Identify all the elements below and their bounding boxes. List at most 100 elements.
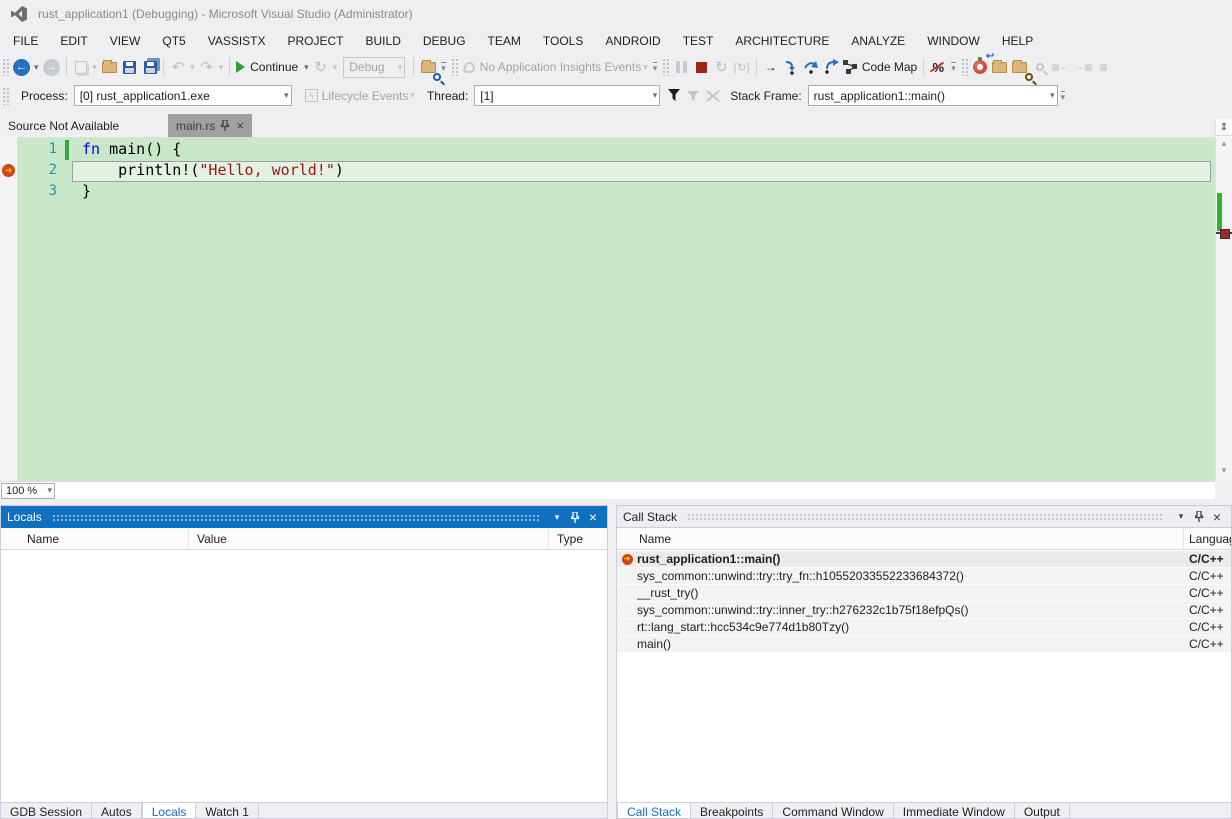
insights-dropdown-icon[interactable]: ▾	[641, 62, 650, 73]
locals-column-name[interactable]: Name	[1, 528, 189, 549]
editor-vertical-scrollbar[interactable]: ⇕ ▲ ▼	[1215, 119, 1232, 480]
menu-item-window[interactable]: WINDOW	[916, 29, 991, 53]
navigate-forward-button[interactable]: →	[41, 56, 62, 78]
window-position-button[interactable]: ▾	[1173, 509, 1189, 525]
auto-hide-button[interactable]	[1191, 509, 1207, 525]
scroll-down-icon[interactable]: ▼	[1216, 463, 1232, 478]
toolbar-overflow-icon[interactable]: ▾	[441, 62, 446, 72]
thread-combo[interactable]: [1] ▾	[474, 85, 660, 106]
undo-button[interactable]: ↶	[168, 56, 188, 78]
toolbar-drag-grip[interactable]	[451, 58, 458, 76]
menu-item-analyze[interactable]: ANALYZE	[840, 29, 916, 53]
split-window-handle[interactable]: ⇕	[1216, 119, 1232, 136]
debugwin-tab-immediate-window[interactable]: Immediate Window	[894, 803, 1015, 818]
process-combo[interactable]: [0] rust_application1.exe ▾	[74, 85, 292, 106]
open-file-button[interactable]	[99, 56, 119, 78]
step-back-disabled-button[interactable]: ←	[1050, 56, 1072, 78]
menu-item-test[interactable]: TEST	[672, 29, 725, 53]
continue-dropdown-icon[interactable]: ▾	[302, 62, 311, 73]
solution-configuration-combo[interactable]: Debug ▾	[343, 57, 405, 78]
find-in-solution-button[interactable]	[1010, 56, 1030, 78]
flag-threads-disabled-icon[interactable]	[706, 90, 720, 102]
stack-frame-row[interactable]: sys_common::unwind::try::try_fn::h105520…	[617, 568, 1231, 585]
debugwin-tab-output[interactable]: Output	[1015, 803, 1070, 818]
menu-item-view[interactable]: VIEW	[99, 29, 152, 53]
step-out-button[interactable]	[821, 56, 841, 78]
locals-body[interactable]	[1, 550, 607, 802]
menu-item-project[interactable]: PROJECT	[277, 29, 355, 53]
scrollbar-track[interactable]	[1216, 151, 1232, 451]
show-next-statement-button[interactable]: →	[761, 56, 781, 78]
stack-frame-combo[interactable]: rust_application1::main() ▾	[808, 85, 1058, 106]
code-editor[interactable]: 123 fn main() { println!("Hello, world!"…	[0, 137, 1215, 481]
window-position-button[interactable]: ▾	[549, 509, 565, 525]
stack-frame-row[interactable]: __rust_try()C/C++	[617, 585, 1231, 602]
watch-tab-gdb-session[interactable]: GDB Session	[1, 803, 92, 818]
title-drag-texture[interactable]	[687, 513, 1163, 522]
callstack-column-language[interactable]: Language	[1184, 528, 1231, 549]
step-over-button[interactable]	[801, 56, 821, 78]
step-into-button[interactable]	[781, 56, 801, 78]
close-panel-button[interactable]: ×	[1209, 509, 1225, 525]
toolbar-overflow-icon[interactable]: ▾	[951, 62, 956, 72]
clipped-toolbar-button[interactable]	[1094, 56, 1114, 78]
menu-item-team[interactable]: TEAM	[477, 29, 532, 53]
save-all-button[interactable]	[139, 56, 159, 78]
stack-frame-row[interactable]: rust_application1::main()C/C++	[617, 551, 1231, 568]
stack-frame-row[interactable]: main()C/C++	[617, 636, 1231, 653]
restart-button[interactable]: ↻	[311, 56, 331, 78]
menu-item-qt5[interactable]: QT5	[151, 29, 196, 53]
auto-hide-button[interactable]	[567, 509, 583, 525]
stack-frame-row[interactable]: rt::lang_start::hcc534c9e774d1b80Tzy()C/…	[617, 619, 1231, 636]
toolbar-drag-grip[interactable]	[662, 58, 669, 76]
code-map-button[interactable]: Code Map	[841, 56, 919, 78]
scroll-up-icon[interactable]: ▲	[1216, 136, 1232, 151]
menu-item-tools[interactable]: TOOLS	[532, 29, 594, 53]
watch-tab-autos[interactable]: Autos	[92, 803, 142, 818]
tab-main-rs[interactable]: main.rs ×	[168, 114, 252, 137]
filter-threads-icon[interactable]	[668, 89, 681, 102]
stop-debugging-button[interactable]	[691, 56, 711, 78]
menu-item-architecture[interactable]: ARCHITECTURE	[724, 29, 840, 53]
undo-dropdown-icon[interactable]: ▾	[188, 62, 197, 73]
debugwin-tab-call-stack[interactable]: Call Stack	[617, 803, 691, 818]
callstack-column-name[interactable]: Name	[617, 528, 1184, 549]
watch-tab-locals[interactable]: Locals	[142, 803, 197, 818]
toolbar-drag-grip[interactable]	[2, 87, 9, 105]
tab-source-not-available[interactable]: Source Not Available	[0, 114, 127, 137]
redo-dropdown-icon[interactable]: ▾	[217, 62, 226, 73]
breakpoint-current-statement-icon[interactable]	[2, 164, 15, 177]
filter-disabled-icon[interactable]	[687, 89, 700, 102]
menu-item-help[interactable]: HELP	[991, 29, 1044, 53]
locals-column-type[interactable]: Type	[549, 528, 607, 549]
lifecycle-dropdown-icon[interactable]: ▾	[408, 90, 417, 101]
close-tab-icon[interactable]: ×	[236, 119, 244, 132]
continue-button[interactable]: Continue	[234, 56, 302, 78]
step-forward-disabled-button[interactable]: →	[1072, 56, 1094, 78]
watch-tab-watch-1[interactable]: Watch 1	[196, 803, 259, 818]
title-drag-texture[interactable]	[52, 514, 539, 523]
restart-dropdown-icon[interactable]: ▾	[331, 62, 340, 73]
locals-column-value[interactable]: Value	[189, 528, 549, 549]
new-item-dropdown-icon[interactable]: ▾	[91, 62, 100, 73]
open-containing-folder-button[interactable]: ↩	[990, 56, 1010, 78]
stack-frame-row[interactable]: sys_common::unwind::try::inner_try::h276…	[617, 602, 1231, 619]
menu-item-debug[interactable]: DEBUG	[412, 29, 477, 53]
close-panel-button[interactable]: ×	[585, 509, 601, 525]
redo-button[interactable]: ↷	[197, 56, 217, 78]
save-button[interactable]	[119, 56, 139, 78]
navigate-back-button[interactable]: ←	[11, 56, 32, 78]
pause-button[interactable]	[671, 56, 691, 78]
pin-icon[interactable]	[221, 120, 230, 131]
find-in-files-button[interactable]	[418, 56, 438, 78]
breakpoint-gutter[interactable]	[0, 137, 17, 481]
restart-debugging-button[interactable]: ↻	[711, 56, 731, 78]
menu-item-vassistx[interactable]: VASSISTX	[197, 29, 277, 53]
menu-item-android[interactable]: ANDROID	[594, 29, 671, 53]
apply-code-changes-button[interactable]: {↻}	[731, 56, 752, 78]
lifecycle-events-button[interactable]: ϟ	[302, 85, 322, 107]
hex-display-button[interactable]: %	[928, 56, 948, 78]
new-item-button[interactable]	[71, 56, 91, 78]
debugwin-tab-command-window[interactable]: Command Window	[773, 803, 893, 818]
search-disabled-button[interactable]	[1030, 56, 1050, 78]
